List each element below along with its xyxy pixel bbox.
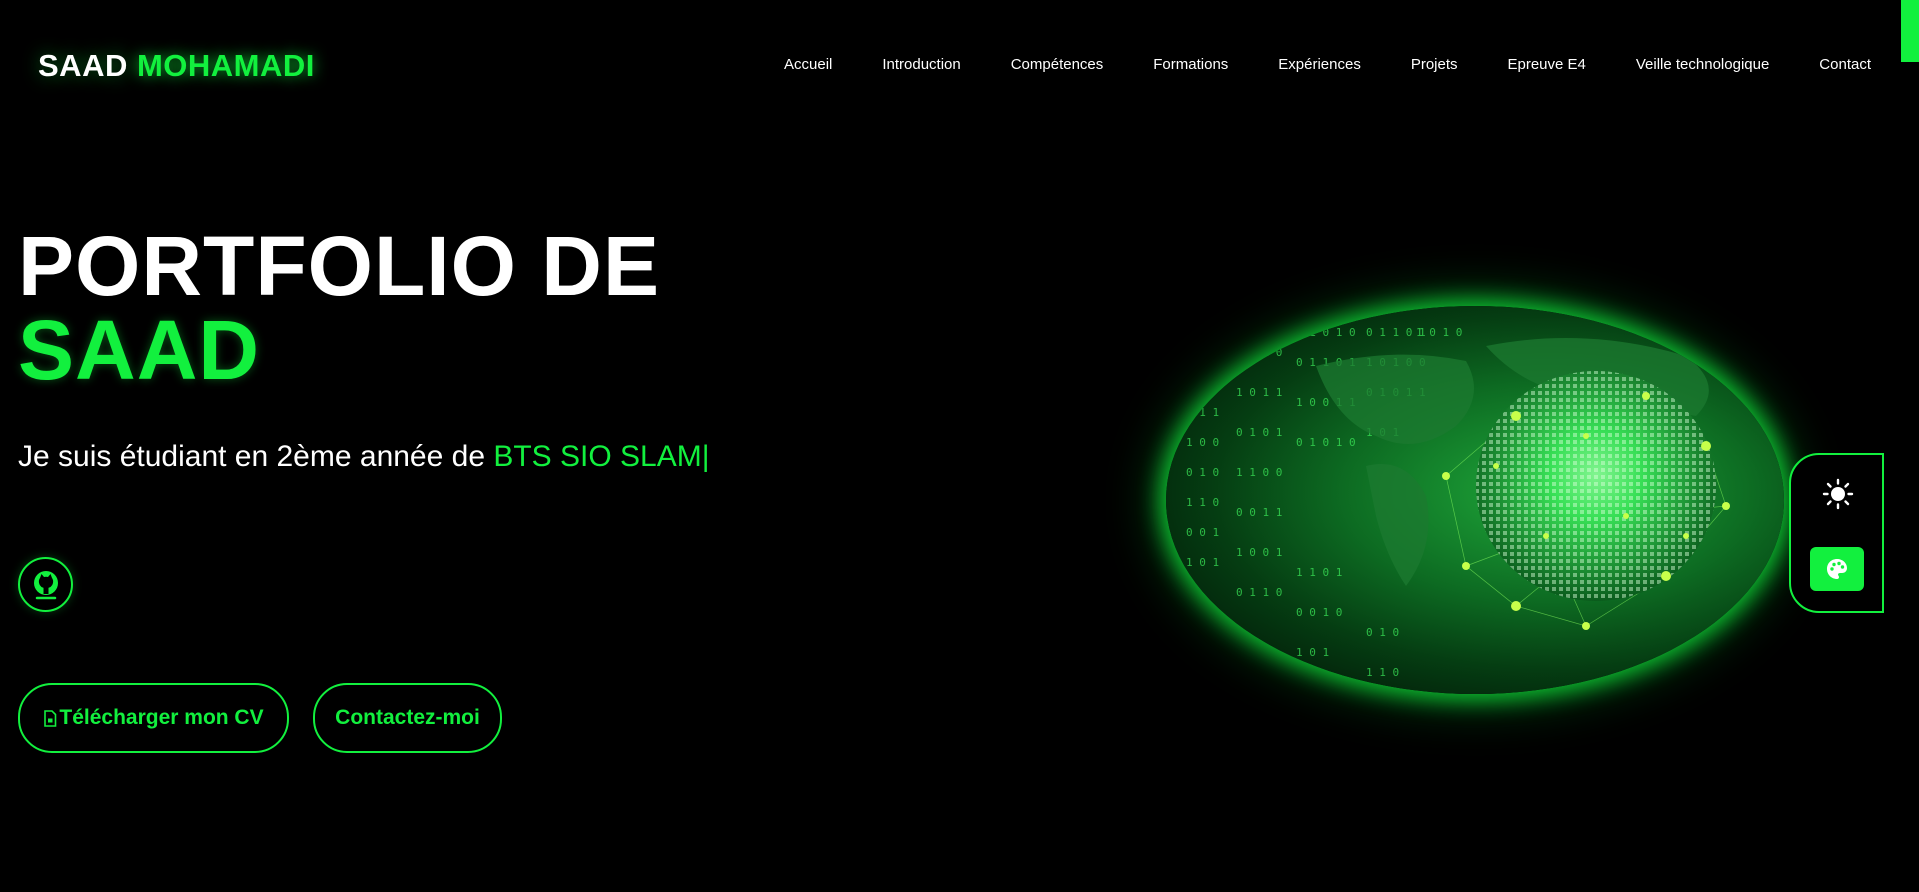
svg-text:0 1 0 1 0: 0 1 0 1 0: [1296, 436, 1356, 449]
svg-text:0 1 1 0: 0 1 1 0: [1236, 586, 1282, 599]
nav-link-formations[interactable]: Formations: [1149, 56, 1232, 73]
sun-icon: [1822, 478, 1854, 510]
svg-text:1 1 0: 1 1 0: [1186, 496, 1219, 509]
github-icon: [33, 570, 58, 599]
svg-text:1 0 1 0: 1 0 1 0: [1416, 326, 1462, 339]
nav-link-competences[interactable]: Compétences: [1007, 56, 1108, 73]
nav-link-experiences[interactable]: Expériences: [1274, 56, 1365, 73]
nav-link-contact[interactable]: Contact: [1815, 56, 1875, 73]
page: SAAD MOHAMADI Accueil Introduction Compé…: [0, 0, 1919, 892]
download-cv-label: Télécharger mon CV: [59, 706, 264, 729]
nav-link-epreuve-e4[interactable]: Epreuve E4: [1503, 56, 1589, 73]
download-cv-button[interactable]: Télécharger mon CV: [18, 683, 289, 753]
hero-title-line1: PORTFOLIO DE: [18, 219, 660, 313]
svg-text:0 1 0: 0 1 0: [1366, 626, 1399, 639]
svg-text:1 0 0: 1 0 0: [1186, 436, 1219, 449]
svg-text:0 0 1 1: 0 0 1 1: [1236, 506, 1282, 519]
subtitle-accent: BTS SIO SLAM: [493, 440, 702, 473]
contact-button-label: Contactez-moi: [335, 706, 480, 729]
svg-text:1 1 0: 1 1 0: [1366, 666, 1399, 679]
logo-last-name: MOHAMADI: [136, 48, 315, 83]
theme-panel: [1789, 453, 1884, 613]
main-nav: Accueil Introduction Compétences Formati…: [780, 56, 1875, 73]
site-logo[interactable]: SAAD MOHAMADI: [38, 48, 315, 84]
nav-link-veille[interactable]: Veille technologique: [1632, 56, 1773, 73]
hero-subtitle: Je suis étudiant en 2ème année de BTS SI…: [18, 440, 710, 474]
nav-link-projets[interactable]: Projets: [1407, 56, 1462, 73]
svg-text:0 1 0 1: 0 1 0 1: [1236, 426, 1282, 439]
svg-text:0 1 1: 0 1 1: [1186, 406, 1219, 419]
hero-title-name: SAAD: [18, 303, 261, 397]
svg-text:1 0 1: 1 0 1: [1296, 646, 1329, 659]
svg-text:0 1 0: 0 1 0: [1186, 466, 1219, 479]
svg-text:1 0 1: 1 0 1: [1186, 556, 1219, 569]
svg-text:1 1 0 1: 1 1 0 1: [1296, 566, 1342, 579]
svg-text:1 0 0 1: 1 0 0 1: [1236, 546, 1282, 559]
nav-link-introduction[interactable]: Introduction: [878, 56, 964, 73]
color-palette-button[interactable]: [1810, 547, 1864, 591]
svg-text:0 1 1 0: 0 1 1 0: [1236, 346, 1282, 359]
github-link[interactable]: [18, 557, 73, 612]
scroll-indicator[interactable]: [1901, 0, 1919, 62]
typing-cursor: |: [701, 440, 710, 473]
subtitle-prefix: Je suis étudiant en 2ème année de: [18, 440, 494, 473]
file-icon: [44, 709, 57, 727]
svg-text:0 0 1 0: 0 0 1 0: [1296, 606, 1342, 619]
palette-icon: [1827, 559, 1847, 579]
contact-button[interactable]: Contactez-moi: [313, 683, 502, 753]
svg-text:1 1 0 1 0: 1 1 0 1 0: [1296, 326, 1356, 339]
nav-link-accueil[interactable]: Accueil: [780, 56, 836, 73]
svg-text:1 0 1: 1 0 1: [1186, 376, 1219, 389]
svg-text:0 0 1: 0 0 1: [1186, 526, 1219, 539]
theme-toggle-button[interactable]: [1821, 477, 1855, 511]
hero-globe-image: 1 0 1 0 1 1 1 0 0 0 1 0 1 1 0 0 0 1 1 0 …: [1166, 306, 1784, 694]
svg-text:1 0 1 1: 1 0 1 1: [1236, 386, 1282, 399]
hero-title: PORTFOLIO DE SAAD: [18, 224, 660, 392]
svg-text:1 1 0 0: 1 1 0 0: [1236, 466, 1282, 479]
logo-first-name: SAAD: [38, 48, 128, 83]
